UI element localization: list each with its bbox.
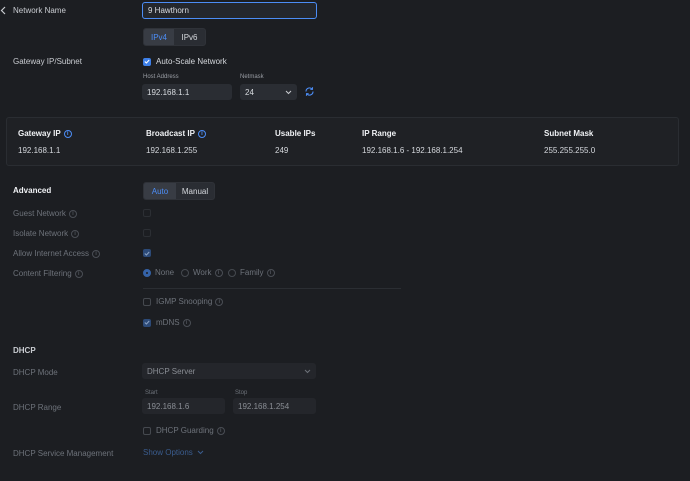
dhcp-start-input[interactable]: 192.168.1.6 xyxy=(142,398,225,414)
summary-value-broadcast-ip: 192.168.1.255 xyxy=(146,146,198,155)
isolate-network-label: Isolate Network i xyxy=(13,229,80,238)
info-icon[interactable]: i xyxy=(215,297,224,306)
info-icon[interactable]: i xyxy=(197,129,206,138)
guest-network-checkbox[interactable] xyxy=(143,209,151,217)
info-icon[interactable]: i xyxy=(214,268,223,277)
auto-scale-checkbox[interactable]: Auto-Scale Network xyxy=(143,57,227,66)
dhcp-stop-label: Stop xyxy=(235,390,248,396)
advanced-mode-toggle: Auto Manual xyxy=(143,182,215,200)
summary-header-gateway-ip: Gateway IP i xyxy=(18,129,72,138)
dhcp-guarding-option[interactable]: DHCP Guarding i xyxy=(143,426,225,435)
content-filtering-family[interactable]: Family i xyxy=(228,268,275,277)
radio-icon xyxy=(228,268,236,277)
ip-version-toggle: IPv4 IPv6 xyxy=(143,28,206,46)
summary-header-usable-ips: Usable IPs xyxy=(275,129,316,138)
isolate-network-checkbox[interactable] xyxy=(143,229,151,237)
dhcp-stop-input[interactable]: 192.168.1.254 xyxy=(233,398,316,414)
chevron-down-icon xyxy=(285,90,292,94)
dhcp-guarding-checkbox xyxy=(143,426,151,435)
auto-scale-label: Auto-Scale Network xyxy=(156,57,227,66)
refresh-icon xyxy=(305,87,314,96)
mdns-checkbox xyxy=(143,318,151,327)
refresh-button[interactable] xyxy=(304,86,316,98)
advanced-auto-option[interactable]: Auto xyxy=(144,183,176,199)
info-icon[interactable]: i xyxy=(71,229,80,238)
content-filtering-work[interactable]: Work i xyxy=(181,268,223,277)
dhcp-section-label: DHCP xyxy=(13,346,36,355)
checkbox-checked-icon xyxy=(143,57,151,66)
netmask-label: Netmask xyxy=(240,74,264,80)
info-icon[interactable]: i xyxy=(92,249,101,258)
ipv6-option[interactable]: IPv6 xyxy=(174,29,205,45)
allow-internet-checkbox[interactable] xyxy=(143,249,151,257)
content-filtering-none[interactable]: None xyxy=(143,268,174,277)
guest-network-label: Guest Network i xyxy=(13,209,77,218)
info-icon[interactable]: i xyxy=(216,426,225,435)
allow-internet-label: Allow Internet Access i xyxy=(13,249,101,258)
chevron-down-icon xyxy=(197,450,204,455)
chevron-down-icon xyxy=(304,369,311,373)
info-icon[interactable]: i xyxy=(68,209,77,218)
content-filtering-label: Content Filtering i xyxy=(13,269,83,278)
netmask-value: 24 xyxy=(245,87,254,97)
network-name-value: 9 Hawthorn xyxy=(148,6,189,15)
show-options-link[interactable]: Show Options xyxy=(143,448,204,457)
info-icon[interactable]: i xyxy=(74,269,83,278)
host-address-value: 192.168.1.1 xyxy=(147,87,190,97)
advanced-manual-option[interactable]: Manual xyxy=(176,183,214,199)
igmp-snooping-option[interactable]: IGMP Snooping i xyxy=(143,297,224,306)
checkmark-icon xyxy=(144,320,150,325)
info-icon[interactable]: i xyxy=(182,318,191,327)
host-address-input[interactable]: 192.168.1.1 xyxy=(142,84,232,100)
dhcp-service-mgmt-label: DHCP Service Management xyxy=(13,449,114,458)
network-name-input[interactable]: 9 Hawthorn xyxy=(142,2,317,19)
info-icon[interactable]: i xyxy=(63,129,72,138)
dhcp-mode-select[interactable]: DHCP Server xyxy=(142,363,316,379)
network-name-label: Network Name xyxy=(13,6,66,15)
dhcp-stop-value: 192.168.1.254 xyxy=(238,401,290,411)
dhcp-start-label: Start xyxy=(145,390,158,396)
summary-header-ip-range: IP Range xyxy=(362,129,397,138)
radio-icon xyxy=(181,268,189,277)
back-button[interactable] xyxy=(0,3,8,17)
mdns-option[interactable]: mDNS i xyxy=(143,318,191,327)
radio-selected-icon xyxy=(143,268,151,277)
host-address-label: Host Address xyxy=(143,74,179,80)
netmask-select[interactable]: 24 xyxy=(240,84,297,100)
summary-value-usable-ips: 249 xyxy=(275,146,289,155)
ipv4-option[interactable]: IPv4 xyxy=(144,29,174,45)
gateway-subnet-label: Gateway IP/Subnet xyxy=(13,57,82,66)
dhcp-range-label: DHCP Range xyxy=(13,403,62,412)
info-icon[interactable]: i xyxy=(266,268,275,277)
advanced-label: Advanced xyxy=(13,186,52,195)
chevron-left-icon xyxy=(0,6,6,14)
checkmark-icon xyxy=(144,251,150,256)
summary-header-broadcast-ip: Broadcast IP i xyxy=(146,129,206,138)
summary-value-gateway-ip: 192.168.1.1 xyxy=(18,146,61,155)
dhcp-start-value: 192.168.1.6 xyxy=(147,401,190,411)
summary-value-subnet-mask: 255.255.255.0 xyxy=(544,146,596,155)
igmp-snooping-checkbox xyxy=(143,297,151,306)
dhcp-mode-label: DHCP Mode xyxy=(13,368,58,377)
section-divider xyxy=(143,288,401,289)
network-summary-card: Gateway IP i Broadcast IP i Usable IPs IP … xyxy=(6,117,679,166)
dhcp-mode-value: DHCP Server xyxy=(147,366,196,376)
summary-value-ip-range: 192.168.1.6 - 192.168.1.254 xyxy=(362,146,463,155)
summary-header-subnet-mask: Subnet Mask xyxy=(544,129,594,138)
